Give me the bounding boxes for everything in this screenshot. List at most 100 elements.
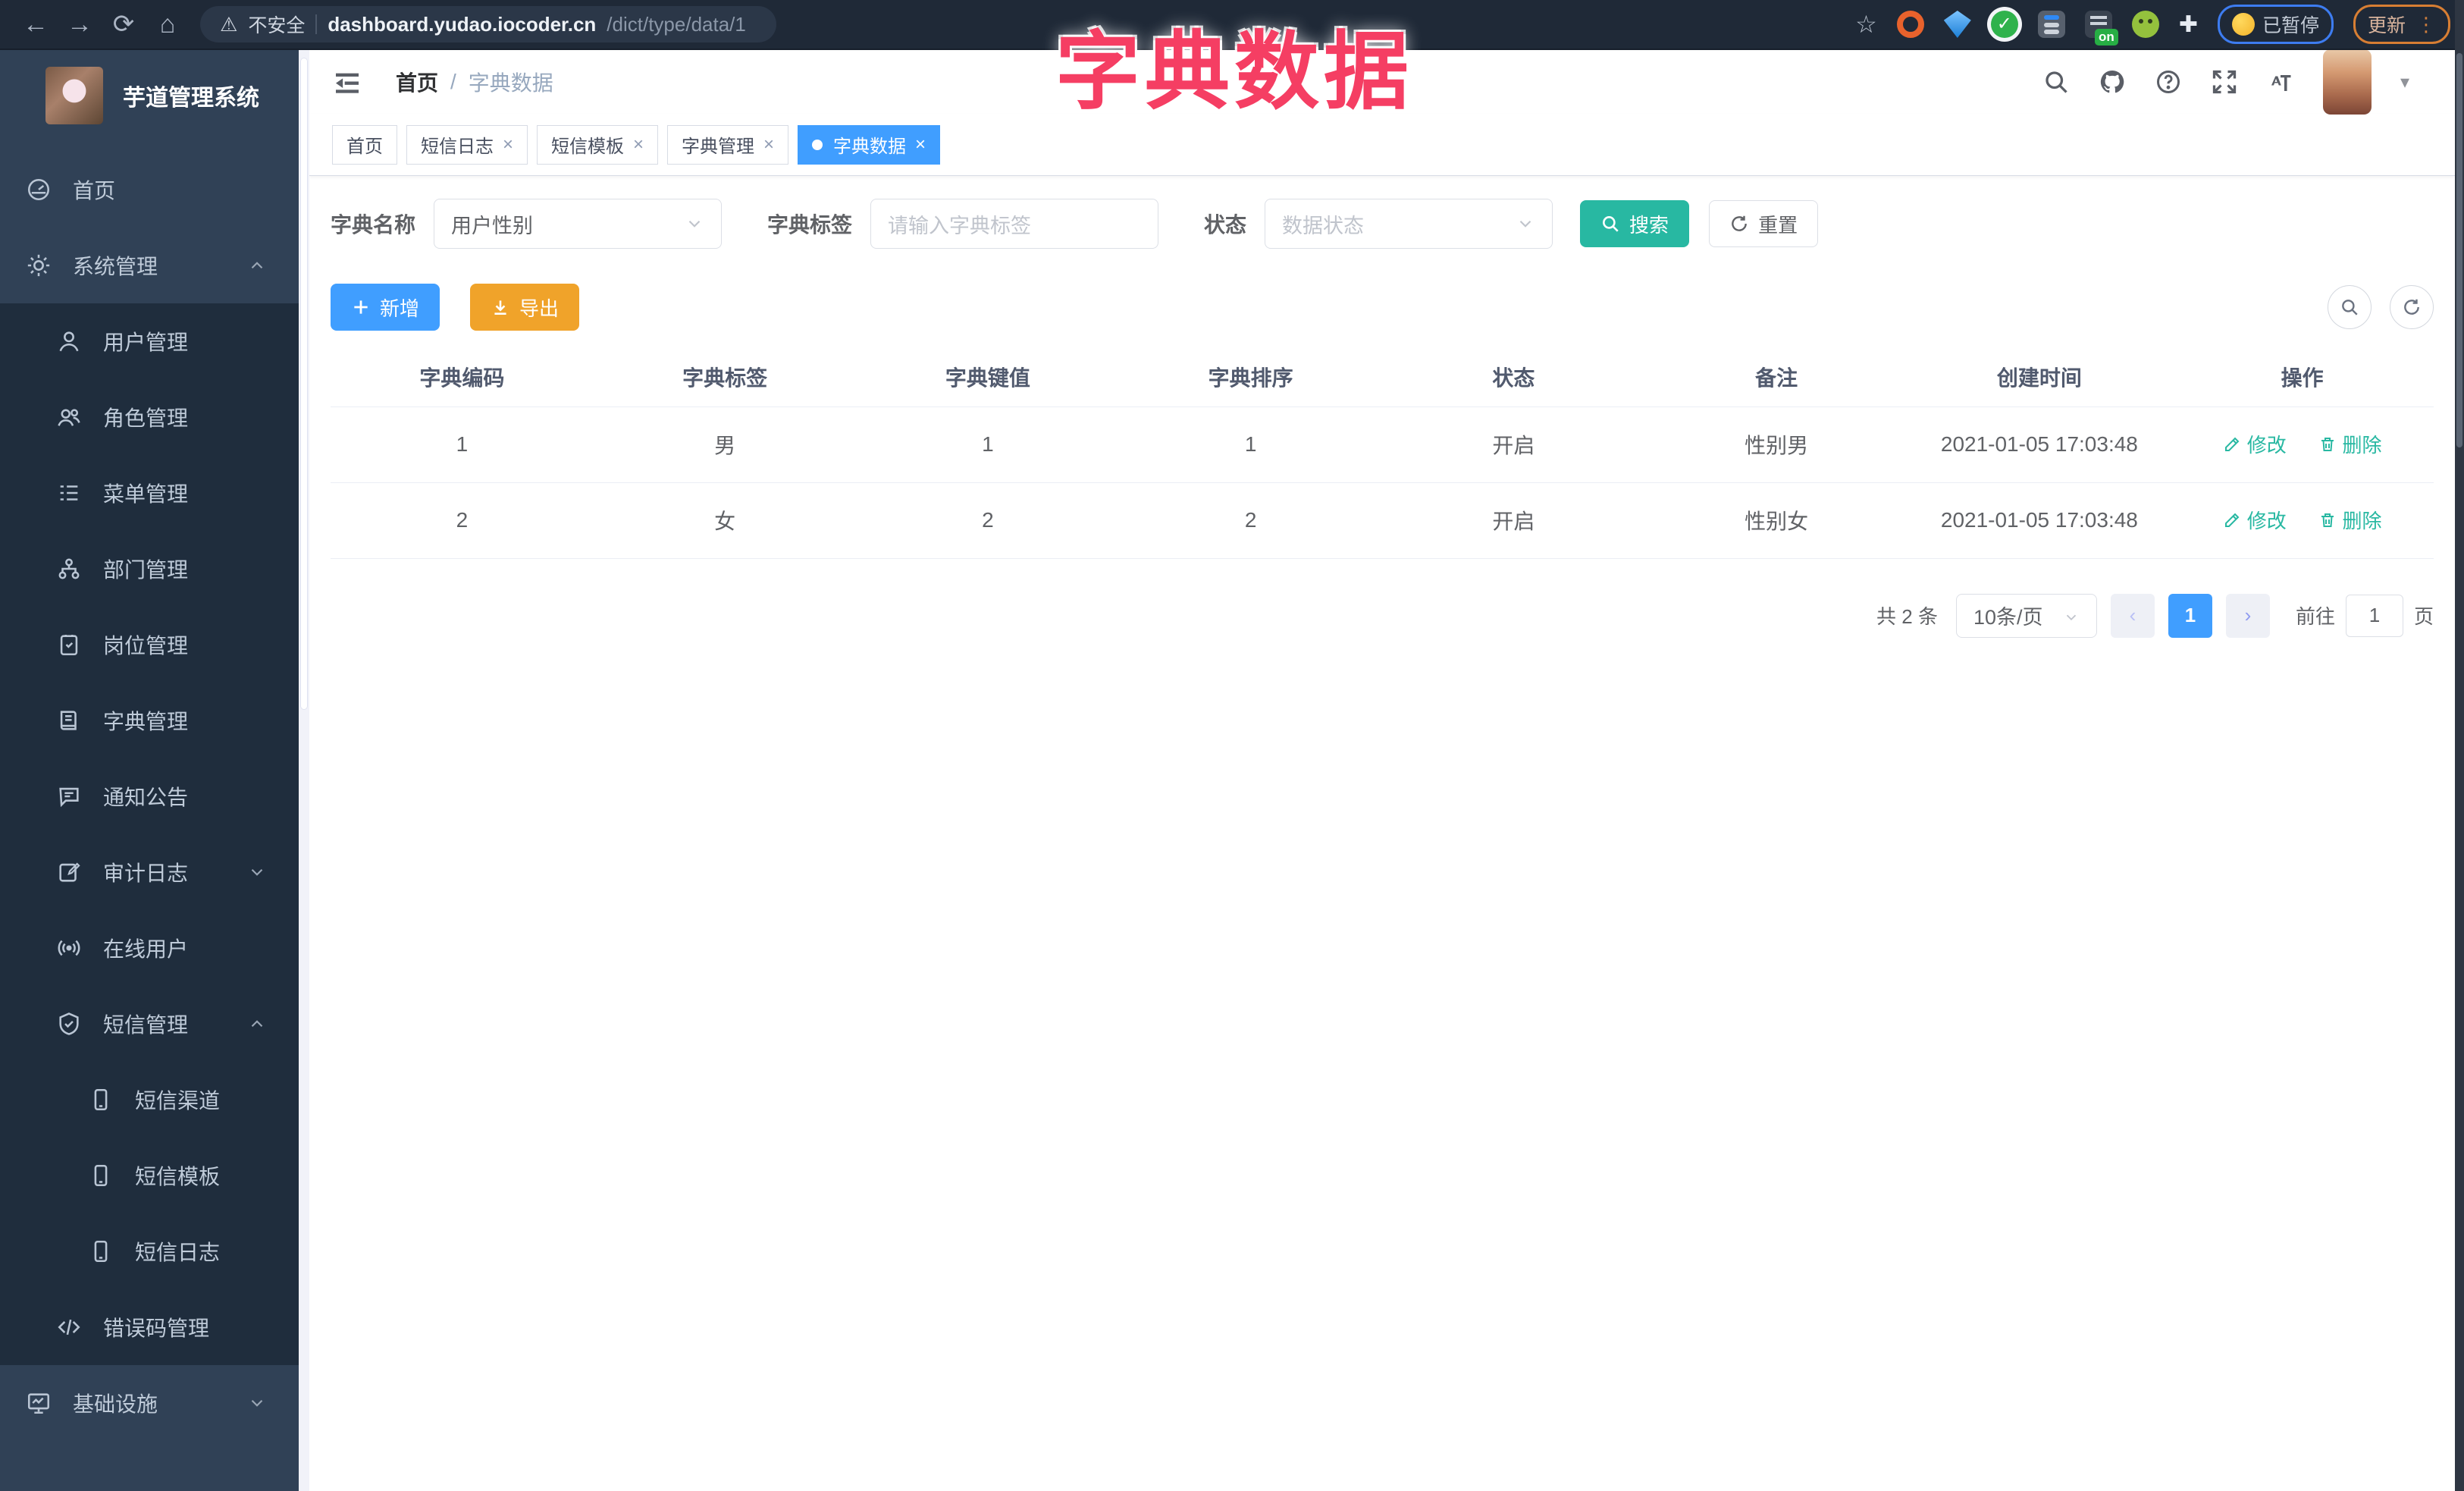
col-header-value: 字典键值 [856,347,1120,407]
sidebar-item-label: 系统管理 [73,255,158,278]
message-icon [56,783,82,809]
tab-home[interactable]: 首页 [332,124,397,165]
user-avatar[interactable] [2322,49,2372,115]
browser-home-icon[interactable]: ⌂ [146,10,190,39]
delete-link[interactable]: 删除 [2318,430,2382,458]
cell-actions: 修改 删除 [2171,482,2434,559]
close-icon[interactable]: × [633,134,644,155]
breadcrumb-home[interactable]: 首页 [396,67,438,97]
sidebar-item-label: 字典管理 [103,710,189,733]
export-button[interactable]: 导出 [470,284,580,331]
sidebar-item-sms-template[interactable]: 短信模板 [0,1138,299,1213]
page-scrollbar-thumb[interactable] [2456,53,2462,447]
sidebar-collapse-icon[interactable] [332,68,362,96]
browser-forward-icon[interactable]: → [58,10,102,39]
ext-sliders-icon[interactable] [2037,11,2065,38]
refresh-button[interactable] [2390,285,2434,329]
close-icon[interactable]: × [503,134,513,155]
ext-gem-icon[interactable] [1943,11,1971,38]
app-logo-row[interactable]: 芋道管理系统 [0,50,299,140]
reset-button[interactable]: 重置 [1709,200,1819,247]
chevron-up-icon [247,256,267,275]
ext-on-icon[interactable]: on [2084,11,2118,46]
font-size-icon[interactable] [2267,68,2294,96]
page-scrollbar[interactable] [2455,0,2464,1491]
edit-link[interactable]: 修改 [2223,430,2287,458]
github-icon[interactable] [2099,68,2126,96]
delete-link[interactable]: 删除 [2318,506,2382,534]
reset-button-label: 重置 [1758,213,1798,237]
sidebar-item-home[interactable]: 首页 [0,152,299,228]
sidebar-item-posts[interactable]: 岗位管理 [0,607,299,683]
toggle-search-button[interactable] [2328,285,2372,329]
browser-update-button[interactable]: 更新 ⋮ [2353,5,2450,44]
online-user-icon [56,935,82,961]
fullscreen-icon[interactable] [2211,68,2238,96]
main-area: 首页 / 字典数据 ▾ 首页 短信日志 × 短信模板 × 字典管理 × 字典数据 × 字… [309,49,2455,1491]
page-overlay-title: 字典数据 [1055,24,1413,119]
tab-dict-data[interactable]: 字典数据 × [798,124,941,165]
current-page-button[interactable]: 1 [2168,593,2212,638]
sidebar-item-audit-log[interactable]: 审计日志 [0,834,299,910]
address-bar[interactable]: ⚠ 不安全 dashboard.yudao.iocoder.cn /dict/t… [200,6,776,42]
sidebar-item-error-codes[interactable]: 错误码管理 [0,1289,299,1365]
status-placeholder: 数据状态 [1282,214,1365,237]
ext-check-icon[interactable]: ✓ [1990,11,2018,38]
close-icon[interactable]: × [915,134,926,155]
status-select[interactable]: 数据状态 [1265,199,1553,249]
col-header-remark: 备注 [1644,347,1908,407]
sidebar-item-dict[interactable]: 字典管理 [0,683,299,758]
sidebar-scrollbar[interactable] [299,50,309,1491]
dict-label-input[interactable]: 请输入字典标签 [870,199,1159,249]
dict-name-select[interactable]: 用户性别 [434,199,723,249]
next-page-button[interactable]: › [2225,593,2270,638]
shield-check-icon [56,1011,82,1037]
dict-name-label: 字典名称 [331,213,416,237]
sidebar-item-label: 审计日志 [103,862,189,885]
dict-name-value: 用户性别 [451,214,534,237]
tab-sms-log[interactable]: 短信日志 × [406,124,528,165]
sidebar-item-sms[interactable]: 短信管理 [0,986,299,1062]
chevron-up-icon [247,1014,267,1034]
sidebar-item-infrastructure[interactable]: 基础设施 [0,1365,299,1441]
goto-page-input[interactable]: 1 [2345,594,2403,637]
tab-sms-template[interactable]: 短信模板 × [537,124,659,165]
search-icon[interactable] [2042,68,2070,96]
sidebar-item-departments[interactable]: 部门管理 [0,531,299,607]
sidebar-item-roles[interactable]: 角色管理 [0,379,299,455]
browser-reload-icon[interactable]: ⟳ [102,9,146,39]
app-title: 芋道管理系统 [123,86,259,111]
bookmark-star-icon[interactable]: ☆ [1855,10,1877,39]
delete-link-label: 删除 [2342,510,2382,533]
sidebar-scrollbar-thumb[interactable] [300,58,308,710]
tab-dict-manage[interactable]: 字典管理 × [667,124,789,165]
close-icon[interactable]: × [763,134,774,155]
dict-book-icon [56,708,82,733]
extensions-puzzle-icon[interactable]: ✚ [2179,11,2198,38]
ext-bot-icon[interactable] [2131,11,2159,38]
add-button[interactable]: 新增 [331,284,440,331]
sidebar-item-notice[interactable]: 通知公告 [0,758,299,834]
profile-paused-chip[interactable]: 已暂停 [2217,5,2334,44]
col-header-code: 字典编码 [331,347,594,407]
sidebar-item-sms-log[interactable]: 短信日志 [0,1213,299,1289]
page-size-select[interactable]: 10条/页 [1955,593,2097,638]
sidebar-item-online-users[interactable]: 在线用户 [0,910,299,986]
sidebar-item-sms-channel[interactable]: 短信渠道 [0,1062,299,1138]
col-header-actions: 操作 [2171,347,2434,407]
avatar-caret-icon[interactable]: ▾ [2400,71,2409,93]
tab-label: 首页 [346,137,383,157]
browser-menu-icon[interactable]: ⋮ [2416,13,2436,36]
sidebar-item-menus[interactable]: 菜单管理 [0,455,299,531]
ext-orange-icon[interactable] [1896,11,1924,38]
export-button-label: 导出 [519,297,560,320]
dict-label-placeholder: 请输入字典标签 [888,214,1032,237]
sidebar-item-users[interactable]: 用户管理 [0,303,299,379]
address-divider [315,14,318,34]
prev-page-button[interactable]: ‹ [2110,593,2155,638]
edit-link[interactable]: 修改 [2223,506,2287,534]
sidebar-item-system[interactable]: 系统管理 [0,228,299,303]
help-icon[interactable] [2155,68,2182,96]
search-button[interactable]: 搜索 [1580,200,1690,247]
browser-back-icon[interactable]: ← [14,10,58,39]
